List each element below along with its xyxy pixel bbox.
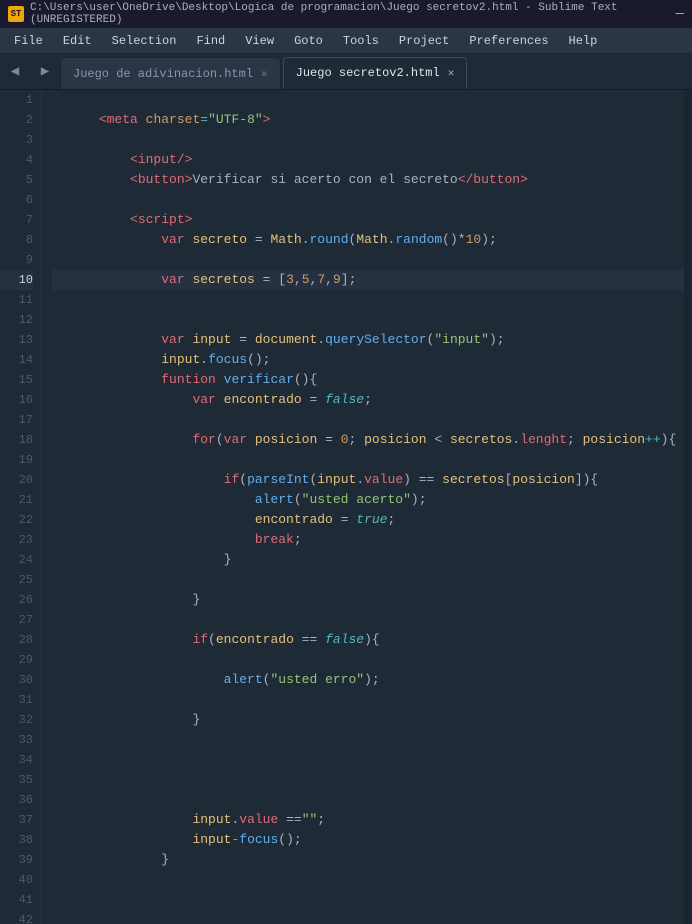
code-line-3: <input/> bbox=[52, 130, 684, 150]
minimize-button[interactable]: — bbox=[676, 6, 684, 22]
code-line-36: input.value ==""; bbox=[52, 790, 684, 810]
menubar: File Edit Selection Find View Goto Tools… bbox=[0, 28, 692, 54]
code-line-9: var secretos = [3,5,7,9]; bbox=[52, 250, 684, 270]
tab-secretov2[interactable]: Juego secretov2.html ✕ bbox=[283, 57, 468, 89]
tab-adivinacion-label: Juego de adivinacion.html bbox=[73, 67, 253, 81]
line-num-15: 15 bbox=[0, 370, 33, 390]
line-num-21: 21 bbox=[0, 490, 33, 510]
tab-secretov2-close[interactable]: ✕ bbox=[448, 66, 455, 80]
line-num-41: 41 bbox=[0, 890, 33, 910]
line-num-22: 22 bbox=[0, 510, 33, 530]
line-num-33: 33 bbox=[0, 730, 33, 750]
line-num-42: 42 bbox=[0, 910, 33, 924]
line-num-11: 11 bbox=[0, 290, 33, 310]
line-num-25: 25 bbox=[0, 570, 33, 590]
menu-project[interactable]: Project bbox=[389, 32, 459, 50]
tab-nav-right[interactable]: ▶ bbox=[30, 53, 60, 89]
line-num-40: 40 bbox=[0, 870, 33, 890]
line-num-4: 4 bbox=[0, 150, 33, 170]
line-num-9: 9 bbox=[0, 250, 33, 270]
line-num-3: 3 bbox=[0, 130, 33, 150]
code-line-31: } bbox=[52, 690, 684, 710]
line-num-14: 14 bbox=[0, 350, 33, 370]
line-num-24: 24 bbox=[0, 550, 33, 570]
code-line-33 bbox=[52, 730, 684, 750]
line-num-2: 2 bbox=[0, 110, 33, 130]
menu-find[interactable]: Find bbox=[186, 32, 235, 50]
code-line-19: if(parseInt(input.value) == secretos[pos… bbox=[52, 450, 684, 470]
titlebar: ST C:\Users\user\OneDrive\Desktop\Logica… bbox=[0, 0, 692, 28]
tab-secretov2-label: Juego secretov2.html bbox=[296, 66, 440, 80]
tab-nav-left[interactable]: ◀ bbox=[0, 53, 30, 89]
menu-edit[interactable]: Edit bbox=[53, 32, 102, 50]
line-num-30: 30 bbox=[0, 670, 33, 690]
line-num-20: 20 bbox=[0, 470, 33, 490]
line-num-13: 13 bbox=[0, 330, 33, 350]
line-num-36: 36 bbox=[0, 790, 33, 810]
line-num-17: 17 bbox=[0, 410, 33, 430]
line-num-10: 10 bbox=[0, 270, 33, 290]
menu-tools[interactable]: Tools bbox=[333, 32, 389, 50]
menu-selection[interactable]: Selection bbox=[102, 32, 187, 50]
code-line-11 bbox=[52, 290, 684, 310]
line-num-27: 27 bbox=[0, 610, 33, 630]
code-line-27: if(encontrado == false){ bbox=[52, 610, 684, 630]
line-num-1: 1 bbox=[0, 90, 33, 110]
line-num-8: 8 bbox=[0, 230, 33, 250]
line-num-7: 7 bbox=[0, 210, 33, 230]
tab-bar: ◀ ▶ Juego de adivinacion.html ✕ Juego se… bbox=[0, 54, 692, 90]
minimap bbox=[684, 90, 692, 924]
line-num-26: 26 bbox=[0, 590, 33, 610]
code-line-6: <script> bbox=[52, 190, 684, 210]
line-num-12: 12 bbox=[0, 310, 33, 330]
line-num-35: 35 bbox=[0, 770, 33, 790]
line-num-18: 18 bbox=[0, 430, 33, 450]
line-numbers: 1 2 3 4 5 6 7 8 9 10 11 12 13 14 15 16 1… bbox=[0, 90, 42, 924]
line-num-23: 23 bbox=[0, 530, 33, 550]
line-num-39: 39 bbox=[0, 850, 33, 870]
app-icon: ST bbox=[8, 6, 24, 22]
code-line-17: for(var posicion = 0; posicion < secreto… bbox=[52, 410, 684, 430]
code-line-25: } bbox=[52, 570, 684, 590]
editor: 1 2 3 4 5 6 7 8 9 10 11 12 13 14 15 16 1… bbox=[0, 90, 692, 924]
menu-help[interactable]: Help bbox=[559, 32, 608, 50]
code-line-42: var button = document.querySelector("but… bbox=[52, 910, 684, 924]
window-title: C:\Users\user\OneDrive\Desktop\Logica de… bbox=[30, 2, 676, 26]
code-line-41 bbox=[52, 890, 684, 910]
line-num-28: 28 bbox=[0, 630, 33, 650]
line-num-32: 32 bbox=[0, 710, 33, 730]
menu-goto[interactable]: Goto bbox=[284, 32, 333, 50]
line-num-37: 37 bbox=[0, 810, 33, 830]
code-line-40 bbox=[52, 870, 684, 890]
line-num-6: 6 bbox=[0, 190, 33, 210]
code-line-29: alert("usted erro"); bbox=[52, 650, 684, 670]
code-line-34 bbox=[52, 750, 684, 770]
line-num-5: 5 bbox=[0, 170, 33, 190]
line-num-34: 34 bbox=[0, 750, 33, 770]
line-num-19: 19 bbox=[0, 450, 33, 470]
code-area[interactable]: <meta charset="UTF-8"> <input/> <button>… bbox=[42, 90, 684, 924]
menu-preferences[interactable]: Preferences bbox=[459, 32, 558, 50]
tab-adivinacion-close[interactable]: ✕ bbox=[261, 67, 268, 81]
code-line-12: var input = document.querySelector("inpu… bbox=[52, 310, 684, 330]
line-num-16: 16 bbox=[0, 390, 33, 410]
menu-view[interactable]: View bbox=[235, 32, 284, 50]
code-line-1: <meta charset="UTF-8"> bbox=[52, 90, 684, 110]
line-num-29: 29 bbox=[0, 650, 33, 670]
code-line-35 bbox=[52, 770, 684, 790]
line-num-31: 31 bbox=[0, 690, 33, 710]
menu-file[interactable]: File bbox=[4, 32, 53, 50]
line-num-38: 38 bbox=[0, 830, 33, 850]
tab-adivinacion[interactable]: Juego de adivinacion.html ✕ bbox=[60, 57, 281, 89]
